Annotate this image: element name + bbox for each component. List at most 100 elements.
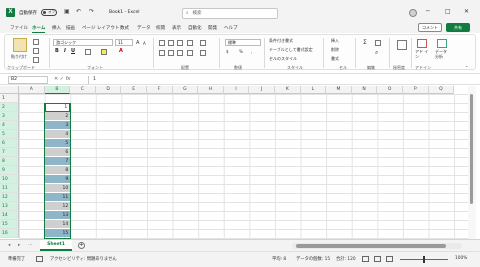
redo-icon[interactable]: ↷	[89, 8, 94, 15]
worksheet-grid[interactable]: ABCDEFGHIJKLMNOPQ 1 2 3 4 5 6 7 8 9 10 11 12 13 14 15 1…	[0, 86, 468, 239]
row-header[interactable]: 11	[0, 184, 19, 193]
orientation-icon[interactable]	[187, 40, 193, 46]
row-header[interactable]: 14	[0, 211, 19, 220]
align-center-icon[interactable]	[168, 50, 174, 56]
tab-formulas[interactable]: 数式	[120, 25, 129, 31]
row-header[interactable]: 13	[0, 202, 19, 211]
format-as-table-button[interactable]: テーブルとして書式設定	[269, 47, 313, 53]
add-sheet-button[interactable]: +	[78, 242, 85, 249]
tab-home[interactable]: ホーム	[32, 25, 46, 33]
select-all-corner[interactable]	[0, 86, 19, 94]
cell-b6[interactable]: 5	[44, 139, 71, 148]
tab-help[interactable]: ヘルプ	[224, 25, 238, 31]
tab-draw[interactable]: 描画	[66, 25, 75, 31]
save-icon[interactable]: ▣	[64, 8, 70, 15]
cell-styles-button[interactable]: セルのスタイル	[269, 56, 297, 62]
avatar[interactable]	[409, 9, 417, 17]
search-box[interactable]: ⌕ 検索	[182, 8, 278, 19]
column-header-l[interactable]: L	[300, 86, 327, 94]
cell-b3[interactable]: 2	[44, 112, 71, 121]
font-name-select[interactable]: 游ゴシック	[53, 39, 113, 46]
column-header-c[interactable]: C	[70, 86, 96, 94]
sensitivity-icon[interactable]	[397, 40, 407, 50]
more-sheets-icon[interactable]: ⋯	[28, 243, 33, 248]
cell-b16[interactable]: 15	[44, 229, 71, 238]
column-header-p[interactable]: P	[403, 86, 429, 94]
tab-insert[interactable]: 挿入	[52, 25, 61, 31]
tab-file[interactable]: ファイル	[10, 25, 28, 31]
page-layout-view-icon[interactable]	[374, 256, 381, 262]
row-header[interactable]: 3	[0, 112, 19, 121]
delete-cells-button[interactable]: 削除	[331, 47, 339, 53]
cell-b15[interactable]: 14	[44, 220, 71, 229]
formula-input[interactable]: 1	[88, 76, 470, 84]
insert-cells-button[interactable]: 挿入	[331, 38, 339, 44]
comment-button[interactable]: コメント	[418, 23, 442, 32]
bold-icon[interactable]: B	[55, 48, 59, 54]
column-header-j[interactable]: J	[249, 86, 275, 94]
tab-data[interactable]: データ	[137, 25, 151, 31]
collapse-ribbon-icon[interactable]: ⌄	[465, 63, 468, 68]
row-header[interactable]: 1	[0, 94, 19, 103]
column-header-q[interactable]: Q	[428, 86, 455, 94]
cell-b12[interactable]: 11	[44, 193, 71, 202]
number-format-select[interactable]: 標準	[225, 39, 261, 46]
autosave-toggle[interactable]: オフ	[41, 9, 57, 16]
tab-page-layout[interactable]: ページ レイアウト	[82, 25, 119, 31]
cell-b11[interactable]: 10	[44, 184, 71, 193]
row-header[interactable]: 7	[0, 148, 19, 157]
cell-b9[interactable]: 8	[44, 166, 71, 175]
column-header-d[interactable]: D	[95, 86, 122, 94]
font-color-icon[interactable]: A	[119, 48, 123, 54]
column-header-n[interactable]: N	[351, 86, 378, 94]
find-select-icon[interactable]: ⌕	[375, 49, 378, 57]
align-right-icon[interactable]	[177, 50, 183, 56]
column-header-b[interactable]: B	[44, 86, 71, 94]
row-header[interactable]: 9	[0, 166, 19, 175]
row-header[interactable]: 6	[0, 139, 19, 148]
data-analysis-button[interactable]: データ 分析	[435, 49, 451, 59]
row-header[interactable]: 4	[0, 121, 19, 130]
addins-button[interactable]: アド イン	[415, 49, 431, 59]
align-top-icon[interactable]	[159, 40, 165, 46]
wrap-text-icon[interactable]	[200, 40, 206, 46]
shrink-font-icon[interactable]: A	[143, 41, 146, 46]
fill-color-icon[interactable]	[101, 49, 107, 55]
align-bottom-icon[interactable]	[177, 40, 183, 46]
addins-icon[interactable]	[417, 39, 427, 48]
grow-font-icon[interactable]: A	[136, 40, 139, 46]
macro-record-icon[interactable]	[36, 256, 43, 262]
row-header[interactable]: 10	[0, 175, 19, 184]
sort-filter-icon[interactable]	[375, 40, 381, 46]
column-header-m[interactable]: M	[326, 86, 352, 94]
format-cells-button[interactable]: 書式	[331, 56, 339, 62]
tab-developer[interactable]: 開発	[208, 25, 217, 31]
cancel-icon[interactable]: ✕	[54, 76, 58, 82]
align-middle-icon[interactable]	[168, 40, 174, 46]
zoom-slider-knob[interactable]	[423, 256, 425, 263]
cell-b5[interactable]: 4	[44, 130, 71, 139]
fx-icon[interactable]: fx	[66, 76, 71, 82]
share-button[interactable]: 共有	[446, 23, 470, 32]
cell-b14[interactable]: 13	[44, 211, 71, 220]
column-header-g[interactable]: G	[172, 86, 199, 94]
sheet-tab-sheet1[interactable]: Sheet1	[40, 240, 72, 251]
row-header[interactable]: 5	[0, 130, 19, 139]
row-header[interactable]: 2	[0, 103, 19, 112]
name-box[interactable]: B2	[8, 76, 48, 84]
copy-icon[interactable]	[33, 48, 39, 54]
font-size-select[interactable]: 11	[115, 39, 133, 46]
cell-b4[interactable]: 3	[44, 121, 71, 130]
zoom-level[interactable]: 100%	[455, 256, 467, 261]
maximize-button[interactable]: □	[445, 8, 451, 15]
undo-icon[interactable]: ↶	[76, 8, 81, 15]
cell-b2[interactable]: 1	[44, 103, 71, 112]
row-header[interactable]: 8	[0, 157, 19, 166]
tab-view[interactable]: 表示	[172, 25, 181, 31]
cell-b13[interactable]: 12	[44, 202, 71, 211]
column-header-e[interactable]: E	[121, 86, 147, 94]
cell-b10[interactable]: 9	[44, 175, 71, 184]
minimize-button[interactable]: ─	[426, 8, 430, 15]
column-header-f[interactable]: F	[147, 86, 173, 94]
underline-icon[interactable]: U	[71, 48, 75, 54]
